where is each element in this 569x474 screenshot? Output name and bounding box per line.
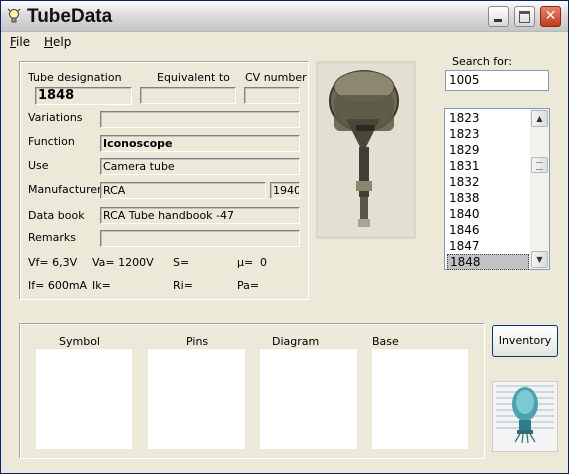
tube-list[interactable]: 1823 1823 1829 1831 1832 1838 1840 1846 … [444, 108, 550, 270]
list-item[interactable]: 1823 [447, 110, 531, 126]
variations-field[interactable] [100, 111, 300, 128]
maximize-icon [515, 7, 534, 26]
tube-designation-label: Tube designation [28, 71, 122, 84]
equivalent-field[interactable] [140, 87, 236, 104]
equivalent-label: Equivalent to [157, 71, 230, 84]
diagram-image [260, 349, 357, 449]
use-label: Use [28, 159, 49, 172]
tube-photo [316, 61, 416, 239]
maximize-button[interactable] [514, 6, 535, 27]
lightbulb-icon [7, 8, 23, 24]
main-window: TubeData ✕ File Help Tube designation Eq… [0, 0, 569, 474]
cv-number-label: CV number [245, 71, 307, 84]
list-item[interactable]: 1823 [447, 126, 531, 142]
chevron-up-icon: ▲ [536, 114, 543, 123]
mu-value: 0 [260, 256, 267, 269]
list-item[interactable]: 1840 [447, 206, 531, 222]
list-item[interactable]: 1838 [447, 190, 531, 206]
scroll-down-button[interactable]: ▼ [531, 251, 548, 268]
mu-label: µ= [237, 256, 254, 269]
list-item[interactable]: 1847 [447, 238, 531, 254]
list-item[interactable]: 1832 [447, 174, 531, 190]
tube-logo [492, 381, 558, 452]
s-value: S= [173, 256, 190, 269]
function-label: Function [28, 135, 75, 148]
manufacturer-label: Manufacturer [28, 183, 102, 196]
minimize-icon [489, 7, 508, 26]
use-field[interactable]: Camera tube [100, 158, 300, 175]
va-value: Va= 1200V [92, 256, 154, 269]
minimize-button[interactable] [488, 6, 509, 27]
base-image [372, 349, 468, 449]
databook-label: Data book [28, 209, 85, 222]
databook-field[interactable]: RCA Tube handbook -47 [100, 207, 300, 224]
pins-label: Pins [186, 335, 209, 348]
symbol-label: Symbol [59, 335, 100, 348]
list-item[interactable]: 1831 [447, 158, 531, 174]
symbol-image [36, 349, 132, 449]
pa-value: Pa= [237, 279, 260, 292]
tube-designation-field[interactable]: 1848 [35, 87, 132, 105]
vf-value: Vf= 6,3V [28, 256, 78, 269]
remarks-field[interactable] [100, 230, 300, 247]
ri-value: Ri= [173, 279, 193, 292]
scroll-up-button[interactable]: ▲ [531, 110, 548, 127]
list-item[interactable]: 1829 [447, 142, 531, 158]
diagram-label: Diagram [272, 335, 320, 348]
close-button[interactable]: ✕ [540, 6, 561, 27]
title-bar[interactable]: TubeData ✕ [1, 1, 568, 32]
base-label: Base [372, 335, 399, 348]
menu-bar: File Help [1, 32, 568, 52]
list-scrollbar[interactable]: ▲ ▼ [530, 109, 549, 269]
remarks-label: Remarks [28, 231, 76, 244]
variations-label: Variations [28, 111, 83, 124]
search-label: Search for: [452, 55, 512, 68]
chevron-down-icon: ▼ [536, 255, 543, 264]
list-item-selected[interactable]: 1848 [447, 254, 529, 270]
manufacturer-field[interactable]: RCA [100, 182, 266, 199]
pins-image [148, 349, 245, 449]
scroll-thumb[interactable] [531, 157, 548, 173]
window-title: TubeData [27, 6, 113, 27]
inventory-button[interactable]: Inventory [492, 325, 558, 357]
menu-file[interactable]: File [10, 35, 30, 49]
menu-help[interactable]: Help [44, 35, 71, 49]
list-item[interactable]: 1846 [447, 222, 531, 238]
search-input[interactable]: 1005 [445, 70, 549, 91]
close-icon: ✕ [544, 8, 557, 24]
cv-number-field[interactable] [244, 87, 300, 104]
year-field[interactable]: 1940 [270, 182, 300, 199]
if-value: If= 600mA [28, 279, 88, 292]
function-field[interactable]: Iconoscope [100, 135, 300, 152]
ik-value: Ik= [92, 279, 111, 292]
